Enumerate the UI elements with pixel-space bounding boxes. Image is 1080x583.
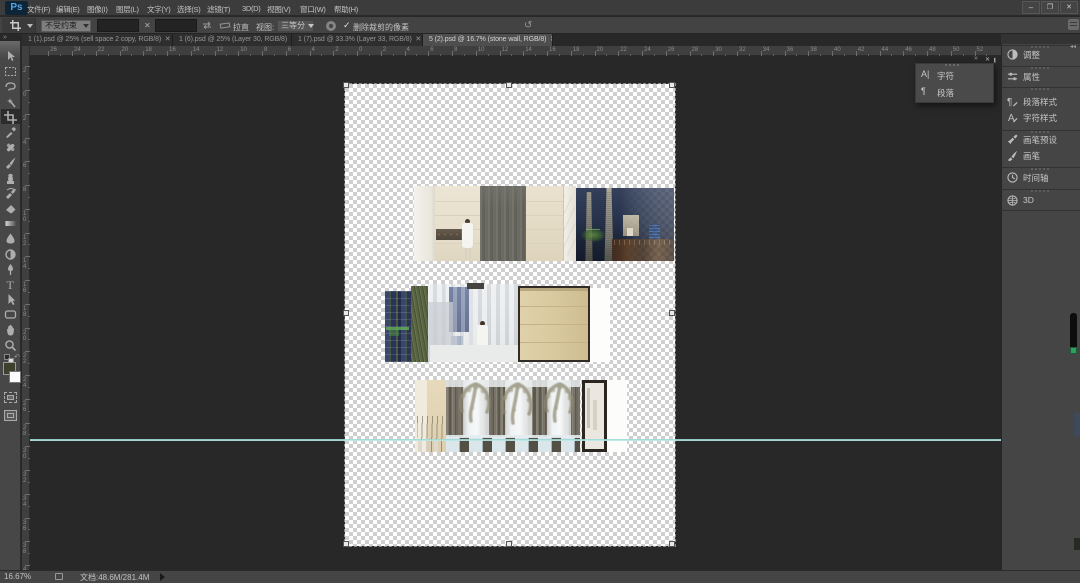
svg-text:T: T — [7, 278, 15, 291]
svg-text:¶: ¶ — [1007, 97, 1012, 107]
